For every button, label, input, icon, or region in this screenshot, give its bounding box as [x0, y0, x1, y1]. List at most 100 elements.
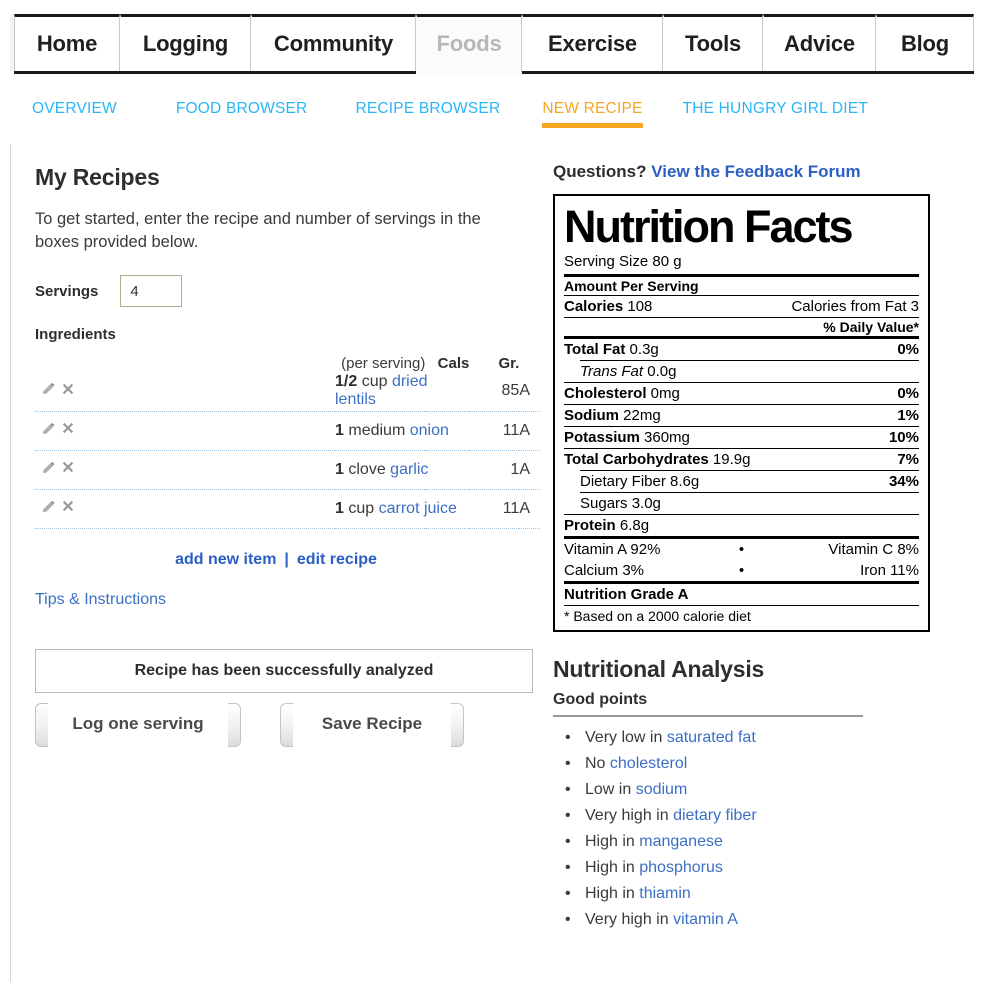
- nutrient-daily-value: 0%: [897, 385, 919, 402]
- nutrient-value: 360mg: [639, 429, 690, 446]
- nutrient-name-value: Sodium 22mg: [564, 406, 661, 425]
- good-point-item: High in thiamin: [553, 881, 977, 907]
- tab-home[interactable]: Home: [14, 14, 120, 71]
- questions-prefix: Questions?: [553, 162, 647, 181]
- close-x-icon[interactable]: [61, 499, 75, 518]
- pencil-icon[interactable]: [41, 499, 56, 519]
- good-point-item: Very high in dietary fiber: [553, 803, 977, 829]
- calories-row: Calories 108 Calories from Fat 3: [564, 296, 919, 317]
- nutrient-name: Trans Fat: [580, 363, 644, 380]
- good-point-link[interactable]: phosphorus: [639, 859, 723, 876]
- nutrient-daily-value: 7%: [897, 451, 919, 468]
- good-point-link[interactable]: cholesterol: [610, 755, 687, 772]
- nutrient-name-value: Dietary Fiber 8.6g: [580, 472, 699, 491]
- pencil-icon[interactable]: [41, 421, 56, 441]
- vitamin-cell-left: Vitamin A 92%: [564, 541, 661, 558]
- nutrient-value: 8.6g: [665, 473, 700, 490]
- nutrient-row: Sugars 3.0g: [564, 493, 919, 514]
- tab-advice[interactable]: Advice: [763, 14, 876, 71]
- subnav-item-recipe-browser[interactable]: RECIPE BROWSER: [355, 100, 500, 128]
- nutrient-name-value: Cholesterol 0mg: [564, 384, 680, 403]
- close-x-icon[interactable]: [61, 382, 75, 401]
- ingredient-unit: clove: [348, 460, 386, 478]
- ingredient-unit: cup: [361, 373, 388, 391]
- nutrient-value: 0.3g: [625, 341, 659, 358]
- ingredient-food-link[interactable]: garlic: [390, 461, 428, 478]
- servings-label: Servings: [35, 282, 99, 300]
- tab-blog[interactable]: Blog: [876, 14, 974, 71]
- nutrient-row: Cholesterol 0mg 0%: [564, 383, 919, 404]
- calories-from-fat: Calories from Fat 3: [791, 298, 919, 315]
- ingredients-table-header: (per serving) Cals Gr.: [35, 355, 540, 372]
- good-point-text: Very low in: [585, 729, 667, 746]
- ingredient-description: 1 medium onion: [335, 411, 470, 451]
- tab-logging[interactable]: Logging: [120, 14, 251, 71]
- subnav-item-new-recipe[interactable]: NEW RECIPE: [542, 100, 643, 128]
- nutrient-name: Protein: [564, 517, 616, 534]
- vitamins-grid: Vitamin A 92% • Vitamin C 8% Calcium 3% • Iro…: [564, 539, 919, 581]
- nutrient-name-value: Sugars 3.0g: [580, 494, 661, 513]
- calories-left: Calories 108: [564, 297, 652, 316]
- good-point-text: Very high in: [585, 911, 674, 928]
- save-recipe-button[interactable]: Save Recipe: [280, 702, 464, 747]
- tips-and-instructions-link[interactable]: Tips & Instructions: [35, 591, 545, 609]
- ingredient-row: 1/2 cup dried lentils 85 A: [35, 372, 540, 412]
- good-point-link[interactable]: saturated fat: [667, 729, 756, 746]
- good-point-text: Low in: [585, 781, 636, 798]
- ingredient-food-link[interactable]: carrot juice: [379, 500, 457, 517]
- good-point-link[interactable]: vitamin A: [673, 911, 738, 928]
- nutrient-daily-value: 10%: [888, 429, 919, 446]
- pencil-icon[interactable]: [41, 460, 56, 480]
- header-gr: Gr.: [498, 355, 520, 372]
- good-point-link[interactable]: thiamin: [639, 885, 691, 902]
- servings-input[interactable]: [120, 275, 183, 307]
- tab-label: Logging: [142, 31, 229, 56]
- nutrient-row: Total Carbohydrates 19.9g 7%: [564, 449, 919, 470]
- good-point-text: High in: [585, 885, 640, 902]
- nutrition-grade: Nutrition Grade A: [564, 586, 689, 603]
- ingredient-description: 1/2 cup dried lentils: [335, 372, 470, 412]
- subnav-item-overview[interactable]: OVERVIEW: [32, 100, 117, 128]
- add-new-item-link[interactable]: add new item: [175, 551, 276, 568]
- tab-foods[interactable]: Foods: [416, 14, 522, 74]
- pencil-icon[interactable]: [41, 381, 56, 401]
- good-point-item: Very high in vitamin A: [553, 907, 977, 933]
- subnav-item-the-hungry-girl-diet[interactable]: THE HUNGRY GIRL DIET: [683, 100, 868, 128]
- nutrient-name: Dietary Fiber: [580, 473, 666, 490]
- nutrient-row: Total Fat 0.3g 0%: [564, 339, 919, 360]
- ingredient-row: 1 clove garlic 1 A: [35, 450, 540, 490]
- tab-tools[interactable]: Tools: [663, 14, 763, 71]
- close-x-icon[interactable]: [61, 460, 75, 479]
- status-message-text: Recipe has been successfully analyzed: [134, 661, 434, 679]
- ingredient-food-link[interactable]: onion: [410, 422, 449, 439]
- good-point-link[interactable]: dietary fiber: [673, 807, 757, 824]
- nutrient-row: Potassium 360mg 10%: [564, 427, 919, 448]
- good-point-link[interactable]: sodium: [636, 781, 688, 798]
- edit-recipe-link[interactable]: edit recipe: [297, 551, 377, 568]
- tab-label: Advice: [784, 31, 855, 56]
- tab-strip: Home Logging Community Foods Exercise Tools Ad…: [14, 14, 974, 74]
- ingredient-row-actions: [35, 489, 335, 529]
- good-point-text: High in: [585, 859, 640, 876]
- good-point-link[interactable]: manganese: [639, 833, 723, 850]
- log-one-serving-label: Log one serving: [72, 713, 204, 733]
- tab-community[interactable]: Community: [251, 14, 416, 71]
- ingredient-quantity: 1: [335, 460, 344, 478]
- ingredient-grade: A: [519, 489, 540, 529]
- tab-label: Exercise: [548, 31, 637, 56]
- log-one-serving-button[interactable]: Log one serving: [35, 702, 241, 747]
- good-point-item: Very low in saturated fat: [553, 725, 977, 751]
- sub-navigation-bar: OVERVIEW FOOD BROWSER RECIPE BROWSER NEW RE…: [32, 100, 972, 134]
- nutrient-name: Cholesterol: [564, 385, 647, 402]
- vitamin-rows: Vitamin A 92% • Vitamin C 8% Calcium 3% • Iro…: [564, 539, 919, 581]
- calories-value: 108: [627, 298, 653, 315]
- tab-exercise[interactable]: Exercise: [522, 14, 663, 71]
- tab-label: Home: [36, 31, 98, 56]
- nutrient-value: 3.0g: [627, 495, 661, 512]
- nutrient-value: 0mg: [646, 385, 680, 402]
- ingredients-table: (per serving) Cals Gr. 1/2 cup dried len…: [35, 355, 540, 529]
- subnav-item-food-browser[interactable]: FOOD BROWSER: [176, 100, 308, 128]
- nutrition-facts-title: Nutrition Facts: [564, 201, 854, 252]
- close-x-icon[interactable]: [61, 421, 75, 440]
- feedback-forum-link[interactable]: View the Feedback Forum: [651, 162, 860, 181]
